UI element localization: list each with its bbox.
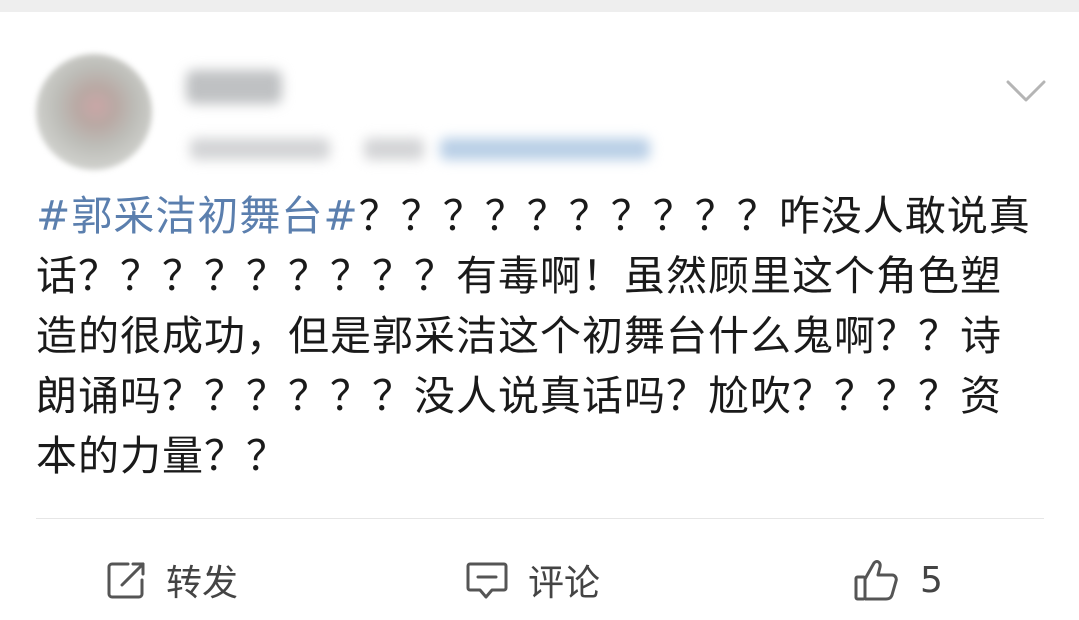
post-from-blurred — [364, 138, 424, 160]
divider — [36, 518, 1044, 519]
hashtag-link[interactable]: #郭采洁初舞台# — [36, 192, 359, 240]
post-content: #郭采洁初舞台#？？？？？？？？？？咋没人敢说真话？？？？？？？？？有毒啊！虽然… — [36, 186, 1036, 486]
post-source-blurred[interactable] — [440, 138, 650, 160]
share-edit-icon — [107, 562, 145, 599]
more-menu-button[interactable] — [1004, 70, 1048, 114]
like-button[interactable]: 5 — [852, 555, 943, 605]
top-separator-strip — [0, 0, 1079, 12]
like-count: 5 — [920, 559, 943, 601]
comment-bubble-icon — [466, 562, 508, 599]
repost-label: 转发 — [166, 563, 239, 604]
chevron-down-icon — [1006, 80, 1046, 102]
repost-button[interactable]: 转发 — [104, 555, 238, 605]
username-blurred[interactable] — [186, 70, 282, 104]
comment-label: 评论 — [528, 563, 601, 604]
thumbs-up-icon — [854, 560, 898, 601]
comment-button[interactable]: 评论 — [464, 555, 600, 605]
avatar[interactable] — [36, 54, 152, 170]
post-time-blurred — [190, 138, 330, 160]
